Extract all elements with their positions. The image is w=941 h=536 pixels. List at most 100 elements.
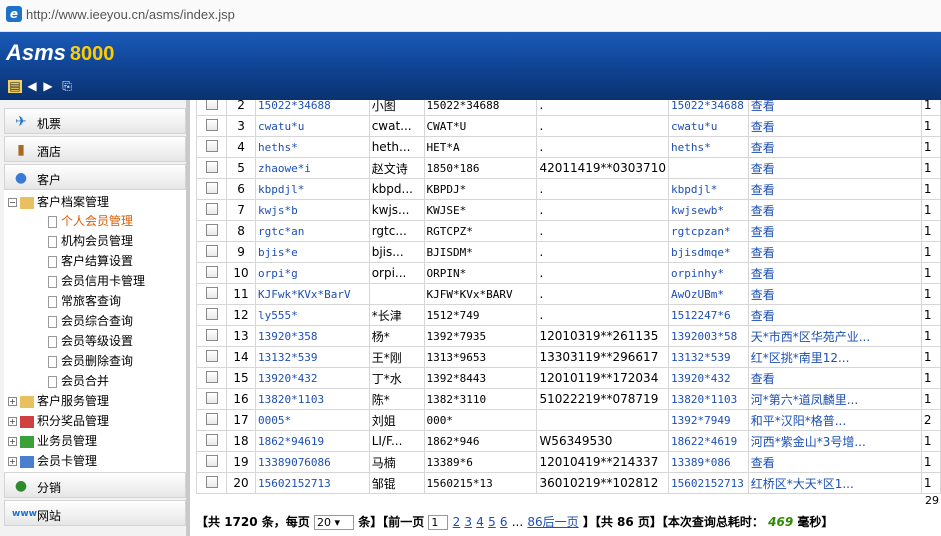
- checkbox[interactable]: [205, 391, 218, 404]
- table-row[interactable]: 18 1862*94619 LI/F... 1862*946 W56349530 1862…: [196, 430, 941, 452]
- member-account[interactable]: 13389076086: [254, 451, 370, 473]
- member-action[interactable]: 红*区挑*南里12...: [747, 346, 922, 368]
- member-action[interactable]: 河西*紫金山*3号增...: [747, 430, 922, 452]
- collapse-icon[interactable]: −: [8, 198, 17, 207]
- checkbox[interactable]: [205, 349, 218, 362]
- table-row[interactable]: 15 13920*432 丁*水 1392*8443 12010119**172034 1…: [196, 367, 941, 389]
- member-phone[interactable]: 1512247*6: [667, 304, 749, 326]
- row-checkbox[interactable]: [196, 430, 228, 452]
- member-action[interactable]: 查看: [747, 367, 922, 389]
- back-icon[interactable]: ◀: [25, 80, 39, 93]
- checkbox[interactable]: [205, 160, 218, 173]
- expand-icon[interactable]: +: [8, 457, 17, 466]
- per-page-select[interactable]: 20 ▾: [314, 515, 354, 530]
- member-action[interactable]: 查看: [747, 283, 922, 305]
- table-row[interactable]: 2 15022*34688 小图 15022*34688. 15022*34688 查看 1: [196, 100, 941, 116]
- member-account[interactable]: kwjs*b: [254, 199, 370, 221]
- member-account[interactable]: 15022*34688: [254, 100, 370, 116]
- checkbox[interactable]: [205, 454, 218, 467]
- checkbox[interactable]: [205, 328, 218, 341]
- tree-item[interactable]: 会员等级设置: [48, 332, 133, 352]
- row-checkbox[interactable]: [196, 136, 228, 158]
- member-action[interactable]: 查看: [747, 100, 922, 116]
- table-row[interactable]: 11 KJFwk*KVx*BarV KJFW*KVx*BARV. AwOzUBm* 查看…: [196, 283, 941, 305]
- checkbox[interactable]: [205, 412, 218, 425]
- member-action[interactable]: 查看: [747, 451, 922, 473]
- row-checkbox[interactable]: [196, 283, 228, 305]
- checkbox[interactable]: [205, 118, 218, 131]
- member-account[interactable]: bjis*e: [254, 241, 370, 263]
- member-account[interactable]: zhaowe*i: [254, 157, 370, 179]
- page-link[interactable]: 6: [500, 515, 508, 529]
- member-phone[interactable]: AwOzUBm*: [667, 283, 749, 305]
- tree-points[interactable]: + 积分奖品管理: [8, 412, 109, 432]
- table-row[interactable]: 20 15602152713 邹锟 1560215*13 36010219**10281…: [196, 472, 941, 494]
- table-row[interactable]: 8 rgtc*an rgtc... RGTCPZ*. rgtcpzan* 查看 1: [196, 220, 941, 242]
- row-checkbox[interactable]: [196, 220, 228, 242]
- row-checkbox[interactable]: [196, 157, 228, 179]
- member-account[interactable]: 13920*358: [254, 325, 370, 347]
- member-account[interactable]: 13132*539: [254, 346, 370, 368]
- page-link[interactable]: 2: [453, 515, 461, 529]
- member-account[interactable]: cwatu*u: [254, 115, 370, 137]
- table-row[interactable]: 9 bjis*e bjis... BJISDM*. bjisdmqe* 查看 1: [196, 241, 941, 263]
- member-account[interactable]: heths*: [254, 136, 370, 158]
- member-account[interactable]: 13820*1103: [254, 388, 370, 410]
- member-account[interactable]: 13920*432: [254, 367, 370, 389]
- address-bar[interactable]: e http://www.ieeyou.cn/asms/index.jsp: [0, 0, 941, 32]
- row-checkbox[interactable]: [196, 367, 228, 389]
- checkbox[interactable]: [205, 100, 218, 110]
- tree-archive[interactable]: − 客户档案管理: [8, 193, 109, 213]
- member-action[interactable]: 查看: [747, 304, 922, 326]
- member-account[interactable]: 0005*: [254, 409, 370, 431]
- nav-hotel[interactable]: ▮ 酒店: [4, 136, 186, 162]
- member-action[interactable]: 查看: [747, 262, 922, 284]
- tree-staff[interactable]: + 业务员管理: [8, 432, 97, 452]
- member-phone[interactable]: cwatu*u: [667, 115, 749, 137]
- member-account[interactable]: kbpdjl*: [254, 178, 370, 200]
- tree-item[interactable]: 会员综合查询: [48, 312, 133, 332]
- member-action[interactable]: 查看: [747, 199, 922, 221]
- member-action[interactable]: 天*市西*区华苑产业...: [747, 325, 922, 347]
- url-text[interactable]: http://www.ieeyou.cn/asms/index.jsp: [26, 7, 235, 22]
- tree-item[interactable]: 会员信用卡管理: [48, 272, 145, 292]
- member-account[interactable]: 1862*94619: [254, 430, 370, 452]
- exit-icon[interactable]: ⎘: [60, 80, 74, 93]
- checkbox[interactable]: [205, 370, 218, 383]
- row-checkbox[interactable]: [196, 451, 228, 473]
- expand-icon[interactable]: +: [8, 397, 17, 406]
- row-checkbox[interactable]: [196, 409, 228, 431]
- table-row[interactable]: 3 cwatu*u cwat... CWAT*U. cwatu*u 查看 1: [196, 115, 941, 137]
- member-action[interactable]: 查看: [747, 136, 922, 158]
- member-account[interactable]: ly555*: [254, 304, 370, 326]
- checkbox[interactable]: [205, 433, 218, 446]
- table-row[interactable]: 14 13132*539 王*刚 1313*9653 13303119**296617 1…: [196, 346, 941, 368]
- checkbox[interactable]: [205, 307, 218, 320]
- row-checkbox[interactable]: [196, 199, 228, 221]
- table-row[interactable]: 6 kbpdjl* kbpd... KBPDJ*. kbpdjl* 查看 1: [196, 178, 941, 200]
- tree-card[interactable]: + 会员卡管理: [8, 452, 97, 472]
- table-row[interactable]: 10 orpi*g orpi... ORPIN*. orpinhy* 查看 1: [196, 262, 941, 284]
- member-action[interactable]: 和平*汉阳*格普...: [747, 409, 922, 431]
- member-account[interactable]: orpi*g: [254, 262, 370, 284]
- table-row[interactable]: 13 13920*358 杨* 1392*7935 12010319**261135 13…: [196, 325, 941, 347]
- checkbox[interactable]: [205, 139, 218, 152]
- nav-customer[interactable]: ● 客户: [4, 164, 186, 190]
- member-phone[interactable]: 1392003*58: [667, 325, 749, 347]
- checkbox[interactable]: [205, 244, 218, 257]
- table-row[interactable]: 12 ly555* *长津 1512*749. 1512247*6 查看 1: [196, 304, 941, 326]
- table-row[interactable]: 17 0005* 刘姐 000* 1392*7949 和平*汉阳*格普... 2: [196, 409, 941, 431]
- member-action[interactable]: 查看: [747, 220, 922, 242]
- member-phone[interactable]: kwjsewb*: [667, 199, 749, 221]
- member-phone[interactable]: rgtcpzan*: [667, 220, 749, 242]
- table-row[interactable]: 16 13820*1103 陈* 1382*3110 51022219**078719 1…: [196, 388, 941, 410]
- row-checkbox[interactable]: [196, 115, 228, 137]
- nav-distribution[interactable]: ● 分销: [4, 472, 186, 498]
- member-action[interactable]: 查看: [747, 241, 922, 263]
- row-checkbox[interactable]: [196, 472, 228, 494]
- expand-icon[interactable]: +: [8, 437, 17, 446]
- member-phone[interactable]: orpinhy*: [667, 262, 749, 284]
- member-phone[interactable]: 13132*539: [667, 346, 749, 368]
- member-phone[interactable]: 15602152713: [667, 472, 749, 494]
- row-checkbox[interactable]: [196, 325, 228, 347]
